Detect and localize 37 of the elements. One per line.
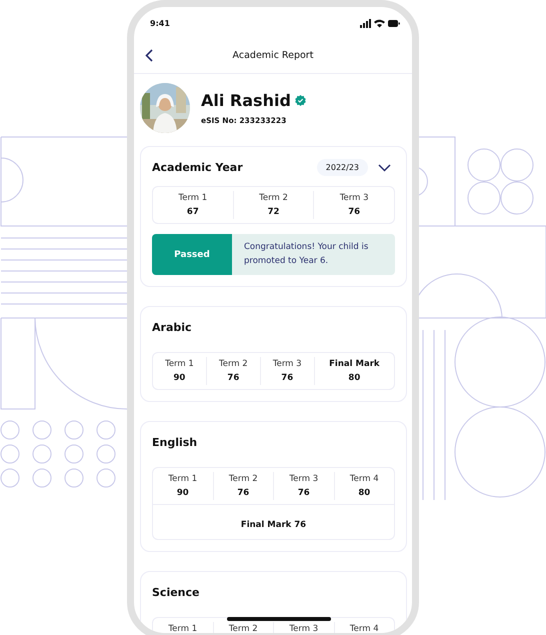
term-label: Term 3 [289,474,318,484]
term-label: Term 2 [228,474,258,484]
status-time: 9:41 [150,18,170,28]
term-mark: 76 [237,488,250,498]
screen-title: Academic Report [232,50,314,60]
subject-title: English [152,435,198,451]
term-label: Term 3 [340,193,369,203]
term-label: Term 1 [178,193,208,203]
term-label: Term 2 [259,193,288,203]
final-mark: Final Mark 76 [240,520,306,530]
term-mark: 76 [298,488,310,498]
subject-title: Arabic [152,320,193,336]
result-message: Congratulations! Your child is promoted to Year 6. [232,234,395,275]
term-label: Term 1 [168,474,198,484]
student-name: Ali Rashid [201,91,291,110]
term-label: Final Mark [329,359,380,369]
term-label: Term 4 [350,624,379,633]
term-mark: 72 [268,207,280,217]
term-mark: 90 [174,373,186,383]
year-selector[interactable]: 2022/23 [316,159,368,176]
card-title: Academic Year [152,161,244,174]
status-badge: Passed [152,234,232,275]
term-label: Term 1 [165,359,194,369]
term-mark: 76 [227,373,240,383]
term-label: Term 4 [350,474,379,484]
term-label: Term 2 [218,359,248,369]
term-mark: 80 [348,373,360,383]
term-mark: 67 [186,207,199,217]
term-label: Term 3 [272,359,302,369]
term-mark: 80 [358,488,370,498]
term-label: Term 1 [168,624,198,633]
term-label: Term 2 [228,624,258,633]
term-mark: 76 [281,373,294,383]
term-mark: 76 [348,207,360,217]
subject-title: Science [152,585,200,601]
term-label: Term 3 [289,624,318,633]
term-mark: 90 [176,488,189,498]
